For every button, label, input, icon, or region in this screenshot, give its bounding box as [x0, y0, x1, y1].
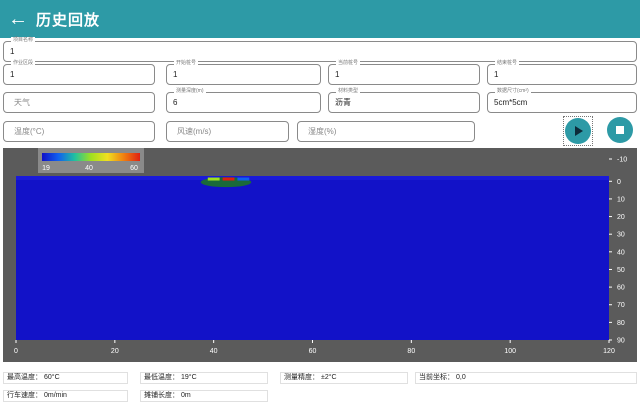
coord-info: 当前坐标： 0,0 [415, 372, 637, 384]
y-tick-label: 60 [617, 285, 625, 292]
y-tick-label: 70 [617, 302, 625, 309]
speed-info: 行车速度： 0m/min [3, 390, 128, 402]
hotspot-cell [222, 177, 235, 181]
field-value: 6 [173, 98, 178, 107]
field-label: 测量深度(m) [174, 88, 206, 95]
colorbar-tick-label: 19 [42, 165, 50, 172]
y-tick-label: 80 [617, 320, 625, 327]
coord-value: 0,0 [456, 374, 466, 381]
max-temp-label: 最高温度： [7, 374, 42, 381]
y-tick-label: 40 [617, 249, 625, 256]
field-value: 沥青 [335, 98, 351, 107]
field-value: 5cm*5cm [494, 98, 528, 107]
field-value: 1 [494, 70, 499, 79]
colorbar-gradient [42, 153, 140, 161]
thermal-heatmap: 19 40 60 0 20 40 60 80 100 120 -10 0 10 20 30 40 50 60 70 8… [14, 148, 627, 355]
length-value: 0m [181, 392, 191, 399]
field-value: 1 [335, 70, 340, 79]
speed-label: 行车速度： [7, 392, 42, 399]
y-tick-label: 90 [617, 338, 625, 345]
heatmap-field [16, 176, 609, 340]
y-tick-label: 30 [617, 232, 625, 239]
hotspot-cell [237, 177, 250, 181]
play-button-focus [563, 116, 593, 146]
play-icon [575, 126, 583, 136]
start-pile-field[interactable]: 开始桩号 1 [166, 60, 321, 85]
field-placeholder: 天气 [14, 98, 30, 107]
section-field[interactable]: 作业区段 1 [3, 60, 155, 85]
field-label: 作业区段 [11, 60, 36, 67]
colorbar-tick-label: 40 [85, 165, 93, 172]
data-size-field[interactable]: 数据尺寸(cm²) 5cm*5cm [487, 88, 637, 113]
stop-button[interactable] [607, 117, 633, 143]
min-temp-info: 最低温度： 19°C [140, 372, 268, 384]
max-temp-value: 60°C [44, 374, 60, 381]
humidity-field[interactable]: 湿度(%) [297, 121, 475, 142]
coord-label: 当前坐标： [419, 374, 454, 381]
min-temp-label: 最低温度： [144, 374, 179, 381]
colorbar-tick-label: 60 [130, 165, 138, 172]
field-label: 当前桩号 [336, 60, 361, 67]
x-tick-label: 120 [603, 348, 615, 355]
field-value: 1 [173, 70, 178, 79]
y-tick-label: 20 [617, 214, 625, 221]
accuracy-info: 测量精度： ±2°C [280, 372, 408, 384]
end-pile-field[interactable]: 结束桩号 1 [487, 60, 637, 85]
y-tick-label: 0 [617, 179, 621, 186]
y-tick-label: 50 [617, 267, 625, 274]
heatmap-surface [16, 176, 609, 180]
temperature-field[interactable]: 温度(°C) [3, 121, 155, 142]
y-tick-label: 10 [617, 196, 625, 203]
length-info: 摊铺长度： 0m [140, 390, 268, 402]
accuracy-value: ±2°C [321, 374, 337, 381]
current-pile-field[interactable]: 当前桩号 1 [328, 60, 480, 85]
field-value: 1 [10, 47, 15, 56]
field-value: 1 [10, 70, 15, 79]
x-tick-label: 60 [309, 348, 317, 355]
project-name-field[interactable]: 项目名称 1 [3, 37, 637, 62]
x-tick-label: 40 [210, 348, 218, 355]
min-temp-value: 19°C [181, 374, 197, 381]
max-temp-info: 最高温度： 60°C [3, 372, 128, 384]
x-tick-label: 80 [407, 348, 415, 355]
depth-field[interactable]: 测量深度(m) 6 [166, 88, 321, 113]
hotspot-cell [207, 177, 220, 181]
length-label: 摊铺长度： [144, 392, 179, 399]
thermal-chart: 19 40 60 0 20 40 60 80 100 120 -10 0 10 20 30 40 50 60 70 8… [3, 148, 637, 362]
weather-field[interactable]: 天气 [3, 92, 155, 113]
x-tick-label: 20 [111, 348, 119, 355]
arrow-left-icon[interactable]: ← [0, 0, 36, 38]
wind-field[interactable]: 风速(m/s) [166, 121, 289, 142]
field-placeholder: 温度(°C) [14, 127, 45, 136]
page-title: 历史回放 [36, 11, 101, 29]
material-field[interactable]: 材料类型 沥青 [328, 88, 480, 113]
field-placeholder: 风速(m/s) [177, 127, 212, 136]
x-tick-label: 0 [14, 348, 18, 355]
speed-value: 0m/min [44, 392, 67, 399]
accuracy-label: 测量精度： [284, 374, 319, 381]
field-placeholder: 湿度(%) [308, 127, 337, 136]
field-label: 项目名称 [11, 37, 36, 44]
play-button[interactable] [565, 118, 591, 144]
app-bar: ← 历史回放 [0, 0, 640, 38]
y-tick-label: -10 [617, 157, 627, 164]
field-label: 开始桩号 [174, 60, 199, 67]
stop-icon [616, 126, 624, 134]
x-tick-label: 100 [504, 348, 516, 355]
field-label: 结束桩号 [495, 60, 520, 67]
